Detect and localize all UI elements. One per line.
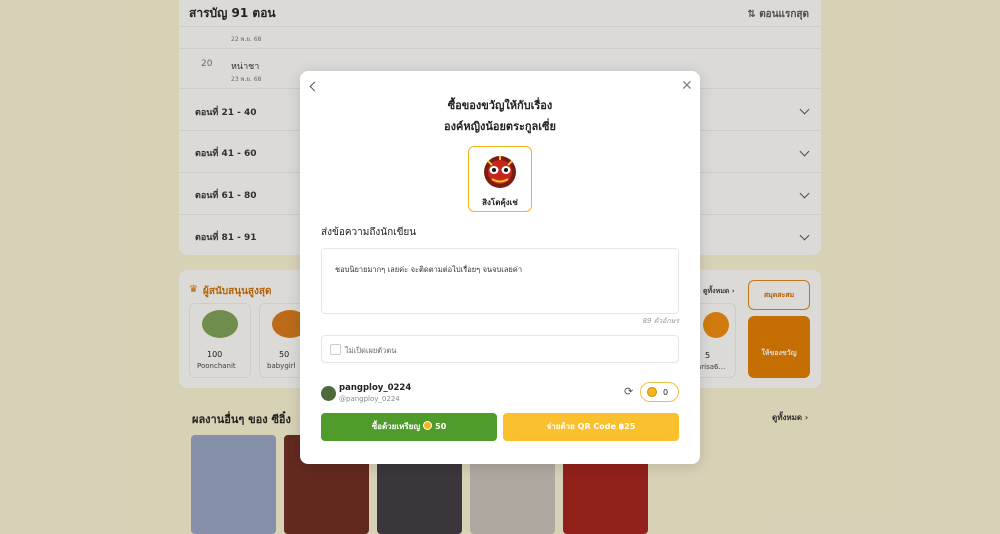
back-icon[interactable]	[309, 81, 320, 92]
user-name: pangploy_0224	[339, 383, 412, 393]
message-textarea[interactable]: ชอบนิยายมากๆ เลยค่ะ จะติดตามต่อไปเรื่อยๆ…	[321, 248, 679, 314]
anonymous-label: ไม่เปิดเผยตัวตน	[345, 346, 397, 355]
message-label: ส่งข้อความถึงนักเขียน	[321, 227, 417, 238]
coin-icon	[423, 421, 433, 430]
coin-icon	[647, 387, 657, 397]
pay-with-qr-button[interactable]: จ่ายด้วย QR Code ฿25	[503, 413, 679, 441]
character-count: 89 ตัวอักษร	[642, 317, 679, 325]
lion-dance-icon	[484, 156, 516, 188]
buy-with-coins-label: ซื้อด้วยเหรียญ	[371, 422, 421, 431]
anonymous-option[interactable]: ไม่เปิดเผยตัวตน	[321, 335, 679, 363]
anonymous-checkbox[interactable]	[330, 344, 341, 355]
refresh-icon[interactable]: ⟳	[624, 386, 633, 397]
avatar	[321, 386, 336, 401]
selected-gift: สิงโตคุ้งเช่	[468, 146, 532, 212]
gift-name: สิงโตคุ้งเช่	[482, 198, 518, 207]
coin-balance: 0	[640, 382, 679, 402]
user-handle: @pangploy_0224	[339, 395, 400, 403]
dialog-title-line2: องค์หญิงน้อยตระกูลเซี่ย	[444, 120, 556, 133]
coin-balance-value: 0	[663, 388, 669, 397]
dialog-title-line1: ซื้อของขวัญให้กับเรื่อง	[447, 99, 553, 112]
gift-purchase-dialog: ✕ ซื้อของขวัญให้กับเรื่อง องค์หญิงน้อยตร…	[300, 71, 700, 464]
coin-price: 50	[435, 422, 447, 431]
buy-with-coins-button[interactable]: ซื้อด้วยเหรียญ 50	[321, 413, 497, 441]
close-icon[interactable]: ✕	[681, 79, 693, 93]
